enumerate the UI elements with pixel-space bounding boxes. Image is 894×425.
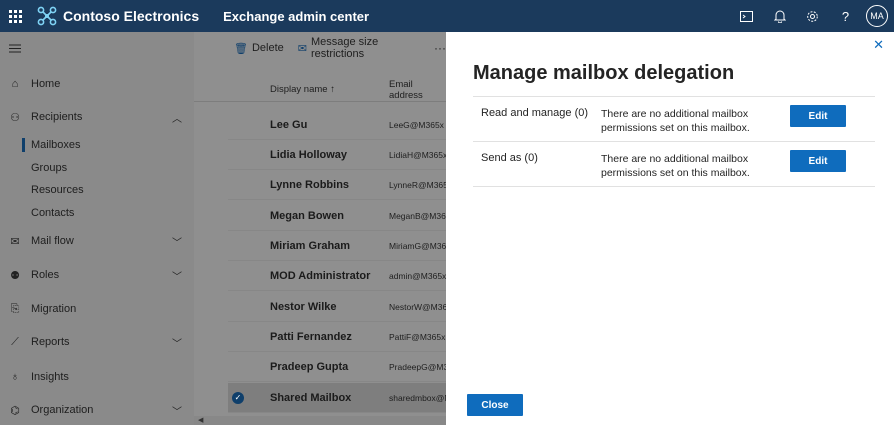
nav-home-label: Home (31, 78, 61, 90)
person-icon: ⚇ (10, 111, 20, 124)
message-size-restrictions-button[interactable]: ✉ Message size restrictions (298, 36, 422, 60)
more-options-icon[interactable]: ··· (434, 41, 446, 55)
table-row[interactable]: Miriam Graham MiriamG@M365x (228, 231, 455, 261)
org-brand[interactable]: Contoso Electronics (36, 5, 199, 27)
table-row[interactable]: MOD Administrator admin@M365x (228, 261, 446, 291)
table-row[interactable]: Patti Fernandez PattiF@M365x (228, 322, 446, 352)
nav-roles-label: Roles (31, 269, 60, 281)
table-row[interactable]: Pradeep Gupta PradeepG@M365x (228, 352, 462, 382)
permissions-list: Read and manage (0) There are no additio… (473, 96, 875, 187)
terminal-icon[interactable] (730, 0, 763, 32)
mailbox-delegation-panel: ✕ Manage mailbox delegation Read and man… (446, 32, 894, 425)
nav-mail-flow[interactable]: ✉ Mail flow ﹀ (0, 229, 194, 253)
table-row[interactable]: Nestor Wilke NestorW@M365x (228, 292, 456, 322)
chevron-down-icon: ﹀ (172, 338, 182, 350)
nav-organization-label: Organization (31, 404, 94, 416)
migration-icon: ⎘ (10, 302, 20, 315)
close-icon[interactable]: ✕ (873, 37, 884, 53)
trash-icon: 🗑 (234, 42, 248, 55)
permission-description: There are no additional mailbox permissi… (601, 153, 750, 179)
nav-contacts[interactable]: Contacts (0, 202, 194, 224)
sort-ascending-icon: ↑ (330, 84, 335, 95)
permission-label: Send as (0) (481, 152, 538, 164)
nav-recipients[interactable]: ⚇ Recipients ︿ (0, 105, 194, 129)
table-row[interactable]: Lynne Robbins LynneR@M365x (228, 170, 452, 200)
app-title[interactable]: Exchange admin center (223, 9, 369, 24)
chevron-up-icon: ︿ (172, 113, 182, 125)
nav-mail-flow-label: Mail flow (31, 235, 74, 247)
panel-title: Manage mailbox delegation (473, 62, 735, 84)
nav-groups[interactable]: Groups (0, 157, 194, 179)
nav-resources[interactable]: Resources (0, 179, 194, 201)
column-email-address[interactable]: Email address (389, 79, 446, 101)
table-row[interactable]: Lee Gu LeeG@M365x (228, 110, 446, 140)
nav-migration-label: Migration (31, 303, 77, 315)
home-icon: ⌂ (11, 78, 19, 90)
nav-reports-label: Reports (31, 336, 70, 348)
nav-home[interactable]: ⌂ Home (0, 72, 194, 96)
checkmark-icon[interactable]: ✓ (232, 391, 244, 404)
permission-description: There are no additional mailbox permissi… (601, 108, 750, 134)
chevron-down-icon: ﹀ (172, 406, 182, 418)
scroll-left-icon[interactable]: ◀ (198, 416, 203, 424)
edit-read-and-manage-button[interactable]: Edit (790, 105, 846, 127)
avatar[interactable]: MA (866, 5, 888, 27)
org-icon: ⌬ (10, 404, 20, 417)
app-launcher-icon[interactable] (0, 0, 30, 32)
gear-icon[interactable] (796, 0, 829, 32)
nav-mailboxes[interactable]: Mailboxes (0, 134, 194, 156)
nav-roles[interactable]: ⚉ Roles ﹀ (0, 263, 194, 287)
mail-size-icon: ✉ (297, 42, 307, 55)
nav-reports[interactable]: ⟋ Reports ﹀ (0, 330, 194, 354)
roles-icon: ⚉ (10, 269, 20, 282)
nav-organization[interactable]: ⌬ Organization ﹀ (0, 398, 194, 422)
top-bar: Contoso Electronics Exchange admin cente… (0, 0, 894, 32)
table-row-selected[interactable]: ✓ Shared Mailbox sharedmbox@M365x (228, 383, 470, 413)
chevron-down-icon: ﹀ (172, 271, 182, 283)
delete-button[interactable]: 🗑 Delete (234, 42, 284, 55)
chevron-down-icon: ﹀ (172, 237, 182, 249)
lightbulb-icon: ♁ (10, 371, 20, 383)
nav-insights[interactable]: ♁ Insights (0, 365, 194, 389)
hamburger-icon[interactable] (0, 32, 194, 64)
bell-icon[interactable] (763, 0, 796, 32)
column-display-name[interactable]: Display name ↑ (270, 84, 335, 95)
edit-send-as-button[interactable]: Edit (790, 150, 846, 172)
table-header: Display name ↑ Email address (194, 78, 446, 102)
chart-icon: ⟋ (11, 335, 19, 348)
mail-icon: ✉ (10, 235, 20, 248)
left-navigation: ⌂ Home ⚇ Recipients ︿ Mailboxes Groups R… (0, 32, 194, 425)
permission-read-and-manage: Read and manage (0) There are no additio… (473, 97, 875, 142)
close-button[interactable]: Close (467, 394, 523, 416)
permission-send-as: Send as (0) There are no additional mail… (473, 142, 875, 187)
contoso-logo-icon (37, 6, 57, 26)
help-icon[interactable]: ? (829, 0, 862, 32)
nav-insights-label: Insights (31, 371, 69, 383)
table-row[interactable]: Megan Bowen MeganB@M365x (228, 201, 455, 231)
org-name: Contoso Electronics (63, 8, 200, 24)
nav-recipients-label: Recipients (31, 111, 83, 123)
horizontal-scrollbar[interactable]: ◀ (194, 416, 446, 425)
mailbox-list-area: 🗑 Delete ✉ Message size restrictions ···… (194, 32, 470, 425)
table-row[interactable]: Lidia Holloway LidiaH@M365x (228, 140, 447, 170)
permission-label: Read and manage (0) (481, 107, 589, 119)
command-bar: 🗑 Delete ✉ Message size restrictions ··· (194, 32, 446, 64)
nav-migration[interactable]: ⎘ Migration (0, 297, 194, 321)
